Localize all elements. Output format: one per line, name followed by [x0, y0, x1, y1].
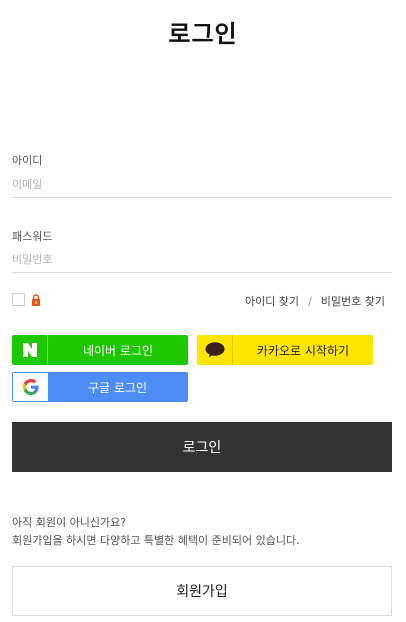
kakao-login-button[interactable]: 카카오로 시작하기: [197, 335, 373, 365]
google-login-button[interactable]: 구글 로그인: [12, 372, 188, 402]
kakao-speech-bubble-icon: [197, 335, 233, 365]
id-input[interactable]: [12, 171, 392, 198]
signup-benefit-text: 회원가입을 하시면 다양하고 특별한 혜택이 준비되어 있습니다.: [12, 534, 300, 547]
secure-login-checkbox[interactable]: [12, 293, 25, 306]
password-input[interactable]: [12, 246, 392, 273]
login-button[interactable]: 로그인: [12, 422, 392, 472]
password-label: 패스워드: [12, 230, 53, 243]
naver-n-icon: [12, 335, 48, 365]
signup-button[interactable]: 회원가입: [12, 566, 392, 616]
lock-icon: [32, 294, 40, 306]
naver-login-button[interactable]: 네이버 로그인: [12, 335, 188, 365]
links-separator: /: [308, 295, 312, 308]
google-g-icon: [13, 373, 48, 401]
signup-question: 아직 회원이 아니신가요?: [12, 516, 127, 529]
account-help-links: 아이디 찾기 / 비밀번호 찾기: [245, 293, 385, 309]
id-label: 아이디: [12, 154, 43, 167]
page-title: 로그인: [168, 20, 238, 48]
kakao-login-label: 카카오로 시작하기: [256, 343, 350, 358]
google-login-label: 구글 로그인: [87, 380, 147, 395]
find-id-link[interactable]: 아이디 찾기: [245, 295, 299, 308]
find-password-link[interactable]: 비밀번호 찾기: [321, 295, 385, 308]
naver-login-label: 네이버 로그인: [82, 343, 154, 358]
